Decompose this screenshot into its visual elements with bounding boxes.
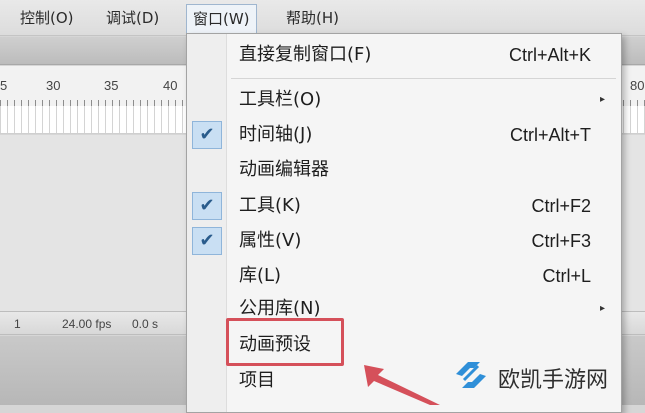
- menu-item-timeline[interactable]: ✔ 时间轴(J) Ctrl+Alt+T: [187, 118, 621, 152]
- menu-debug[interactable]: 调试(D): [100, 4, 165, 32]
- checkmark-icon: ✔: [192, 121, 222, 149]
- menu-item-shortcut: Ctrl+Alt+T: [509, 125, 591, 145]
- menu-item-library[interactable]: 库(L) Ctrl+L: [187, 259, 621, 293]
- menu-help[interactable]: 帮助(H): [280, 4, 345, 32]
- elapsed-time: 0.0 s: [132, 317, 159, 331]
- watermark-logo-icon: [456, 362, 486, 388]
- checkmark-icon: ✔: [192, 192, 222, 220]
- menu-separator: [231, 78, 616, 79]
- menu-item-properties[interactable]: ✔ 属性(V) Ctrl+F3: [187, 224, 621, 258]
- menu-item-label: 直接复制窗口(F): [239, 44, 372, 65]
- menu-item-duplicate-window[interactable]: 直接复制窗口(F) Ctrl+Alt+K: [187, 38, 621, 72]
- submenu-arrow-icon: ▸: [599, 94, 605, 105]
- ruler-number: 5: [0, 78, 8, 93]
- menu-item-label: 工具栏(O): [239, 89, 322, 110]
- menu-item-label: 属性(V): [239, 230, 302, 251]
- ruler-number: 40: [163, 78, 178, 93]
- menu-bar: 控制(O) 调试(D) 窗口(W) 帮助(H): [0, 0, 645, 36]
- ruler-number: 80: [630, 78, 645, 93]
- menu-control[interactable]: 控制(O): [14, 4, 80, 32]
- menu-item-shortcut: Ctrl+L: [542, 266, 591, 286]
- menu-item-tools[interactable]: ✔ 工具(K) Ctrl+F2: [187, 189, 621, 223]
- ruler-number: 30: [46, 78, 61, 93]
- red-arrow-icon: [364, 365, 440, 405]
- menu-window[interactable]: 窗口(W): [186, 4, 257, 35]
- checkmark-icon: ✔: [192, 227, 222, 255]
- menu-item-shortcut: Ctrl+F2: [531, 196, 591, 216]
- highlight-annotation: [226, 318, 344, 366]
- menu-item-label: 时间轴(J): [239, 124, 313, 145]
- menu-item-shortcut: Ctrl+Alt+K: [508, 45, 591, 65]
- watermark: 欧凯手游网: [440, 350, 640, 400]
- menu-item-shortcut: Ctrl+F3: [531, 231, 591, 251]
- menu-item-motion-editor[interactable]: 动画编辑器: [187, 153, 621, 187]
- menu-item-label: 动画编辑器: [239, 159, 329, 180]
- menu-item-label: 项目: [239, 370, 275, 391]
- menu-item-label: 工具(K): [239, 195, 301, 216]
- current-frame: 1: [14, 317, 21, 331]
- ruler-number: 35: [104, 78, 119, 93]
- menu-item-toolbar[interactable]: 工具栏(O) ▸: [187, 83, 621, 117]
- frame-rate: 24.00 fps: [62, 317, 112, 331]
- watermark-text: 欧凯手游网: [498, 368, 609, 393]
- submenu-arrow-icon: ▸: [599, 303, 605, 314]
- menu-item-label: 库(L): [239, 265, 282, 286]
